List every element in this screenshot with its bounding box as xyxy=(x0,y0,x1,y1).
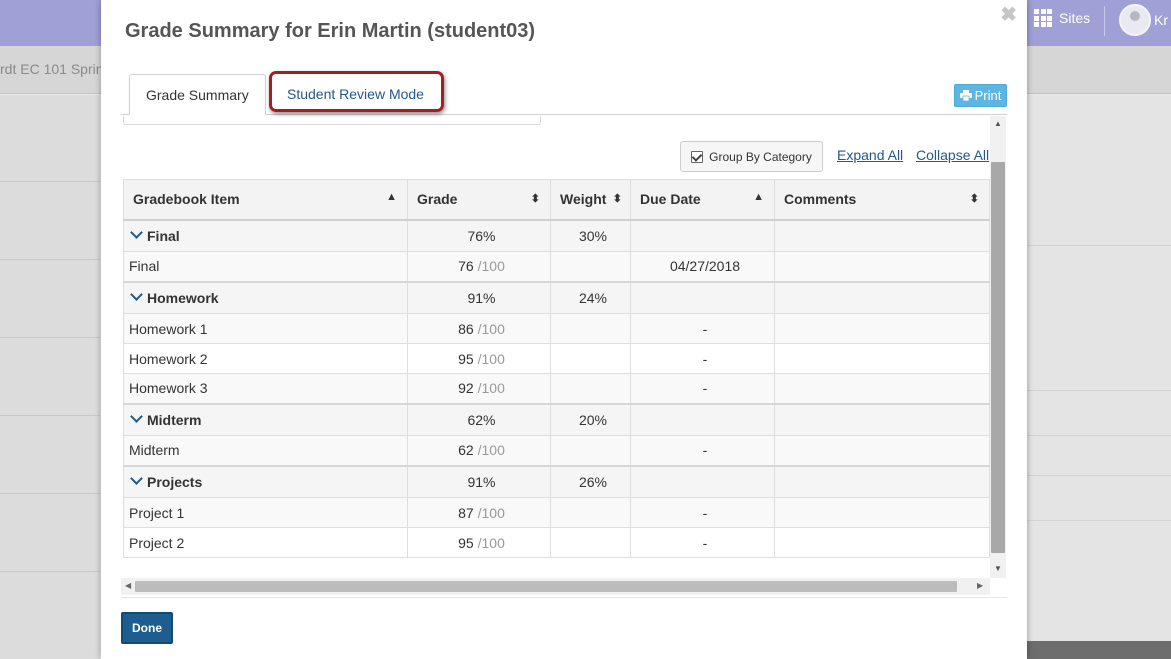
item-grade: 86 /100 xyxy=(407,313,551,344)
background-footer xyxy=(1027,641,1171,659)
scroll-down-icon[interactable]: ▼ xyxy=(990,564,1006,573)
horizontal-scroll-thumb[interactable] xyxy=(135,581,957,592)
chevron-down-icon[interactable] xyxy=(130,409,143,423)
chevron-down-icon[interactable] xyxy=(130,287,143,301)
print-label: Print xyxy=(974,88,1002,103)
item-due-date: - xyxy=(630,343,775,374)
table-row: Project 2 95 /100 - xyxy=(123,527,990,558)
site-title: rdt EC 101 Sprin xyxy=(0,61,104,77)
collapse-all-link[interactable]: Collapse All xyxy=(916,147,989,163)
category-grade: 91% xyxy=(407,464,551,498)
vertical-scrollbar[interactable]: ▲ ▼ xyxy=(990,116,1006,578)
checkbox-checked-icon xyxy=(691,150,704,163)
sort-both-icon: ⬍ xyxy=(612,193,622,205)
vertical-scroll-thumb[interactable] xyxy=(991,162,1005,553)
scroll-up-icon[interactable]: ▲ xyxy=(990,119,1006,128)
grade-scroll-area[interactable]: Group By Category Expand All Collapse Al… xyxy=(121,116,1007,578)
modal-footer-divider xyxy=(121,597,1007,598)
item-name: Homework 3 xyxy=(123,373,408,404)
category-weight: 26% xyxy=(550,464,631,498)
category-weight: 20% xyxy=(550,402,631,436)
item-grade: 76 /100 xyxy=(407,251,551,282)
category-row-final[interactable]: Final 76% 30% xyxy=(123,218,990,252)
column-header-due-date[interactable]: Due Date ▲ xyxy=(630,179,775,221)
category-grade: 62% xyxy=(407,402,551,436)
item-grade: 95 /100 xyxy=(407,343,551,374)
category-weight: 30% xyxy=(550,218,631,252)
table-header-row: Gradebook Item ▲ Grade ⬍ Weight ⬍ Due Date ▲… xyxy=(123,179,990,221)
left-tool-menu xyxy=(0,95,100,659)
sort-asc-icon: ▲ xyxy=(753,191,764,203)
sites-label: Sites xyxy=(1059,10,1091,26)
category-grade: 76% xyxy=(407,218,551,252)
sort-asc-icon: ▲ xyxy=(386,191,397,203)
modal-title: Grade Summary for Erin Martin (student03… xyxy=(125,20,536,42)
avatar[interactable] xyxy=(1119,4,1151,36)
sort-both-icon: ⬍ xyxy=(530,193,540,205)
item-name: Project 2 xyxy=(123,527,408,558)
item-name: Homework 2 xyxy=(123,343,408,374)
group-by-label: Group By Category xyxy=(709,149,812,164)
summary-panel-edge xyxy=(123,116,541,125)
item-name: Midterm xyxy=(123,435,408,466)
user-name[interactable]: Kr xyxy=(1154,12,1168,28)
item-due-date: - xyxy=(630,435,775,466)
table-row: Homework 2 95 /100 - xyxy=(123,343,990,374)
table-row: Homework 3 92 /100 - xyxy=(123,373,990,404)
category-row-midterm[interactable]: Midterm 62% 20% xyxy=(123,402,990,436)
column-header-comments[interactable]: Comments ⬍ xyxy=(774,179,990,221)
item-name: Project 1 xyxy=(123,497,408,528)
item-name: Homework 1 xyxy=(123,313,408,344)
group-by-category-toggle[interactable]: Group By Category xyxy=(680,141,823,172)
category-row-homework[interactable]: Homework 91% 24% xyxy=(123,280,990,314)
category-grade: 91% xyxy=(407,280,551,314)
sort-both-icon: ⬍ xyxy=(969,193,979,205)
column-header-weight[interactable]: Weight ⬍ xyxy=(550,179,631,221)
item-due-date: - xyxy=(630,313,775,344)
tab-grade-summary[interactable]: Grade Summary xyxy=(129,74,266,115)
item-due-date: 04/27/2018 xyxy=(630,251,775,282)
tab-student-review-mode[interactable]: Student Review Mode xyxy=(271,74,440,115)
grades-table-body: Final 76% 30% Final 76 /100 04/27/2018 H… xyxy=(123,218,990,558)
item-name: Final xyxy=(123,251,408,282)
print-button[interactable]: Print xyxy=(954,84,1007,107)
background-gradebook-panel xyxy=(1027,95,1171,659)
scroll-right-icon[interactable]: ▶ xyxy=(977,581,983,590)
item-grade: 87 /100 xyxy=(407,497,551,528)
grade-summary-modal: ✖ Grade Summary for Erin Martin (student… xyxy=(101,0,1027,659)
table-row: Project 1 87 /100 - xyxy=(123,497,990,528)
item-grade: 62 /100 xyxy=(407,435,551,466)
column-header-grade[interactable]: Grade ⬍ xyxy=(407,179,551,221)
done-button[interactable]: Done xyxy=(121,612,173,644)
grid-icon xyxy=(1034,9,1054,27)
item-due-date: - xyxy=(630,373,775,404)
column-header-gradebook-item[interactable]: Gradebook Item ▲ xyxy=(123,179,408,221)
sites-button[interactable]: Sites xyxy=(1034,9,1090,27)
item-due-date: - xyxy=(630,497,775,528)
horizontal-scrollbar[interactable]: ◀ ▶ xyxy=(121,578,990,595)
nav-separator xyxy=(1104,6,1105,36)
category-row-projects[interactable]: Projects 91% 26% xyxy=(123,464,990,498)
tab-bar: Grade Summary Student Review Mode xyxy=(121,74,1007,115)
grades-table: Gradebook Item ▲ Grade ⬍ Weight ⬍ Due Date ▲… xyxy=(123,179,990,558)
table-row: Midterm 62 /100 - xyxy=(123,435,990,466)
close-icon[interactable]: ✖ xyxy=(1000,5,1017,25)
item-grade: 92 /100 xyxy=(407,373,551,404)
item-due-date: - xyxy=(630,527,775,558)
printer-icon xyxy=(959,90,972,101)
expand-all-link[interactable]: Expand All xyxy=(837,147,903,163)
chevron-down-icon[interactable] xyxy=(130,225,143,239)
table-row: Homework 1 86 /100 - xyxy=(123,313,990,344)
chevron-down-icon[interactable] xyxy=(130,471,143,485)
table-row: Final 76 /100 04/27/2018 xyxy=(123,251,990,282)
item-grade: 95 /100 xyxy=(407,527,551,558)
category-weight: 24% xyxy=(550,280,631,314)
scroll-left-icon[interactable]: ◀ xyxy=(125,581,131,590)
